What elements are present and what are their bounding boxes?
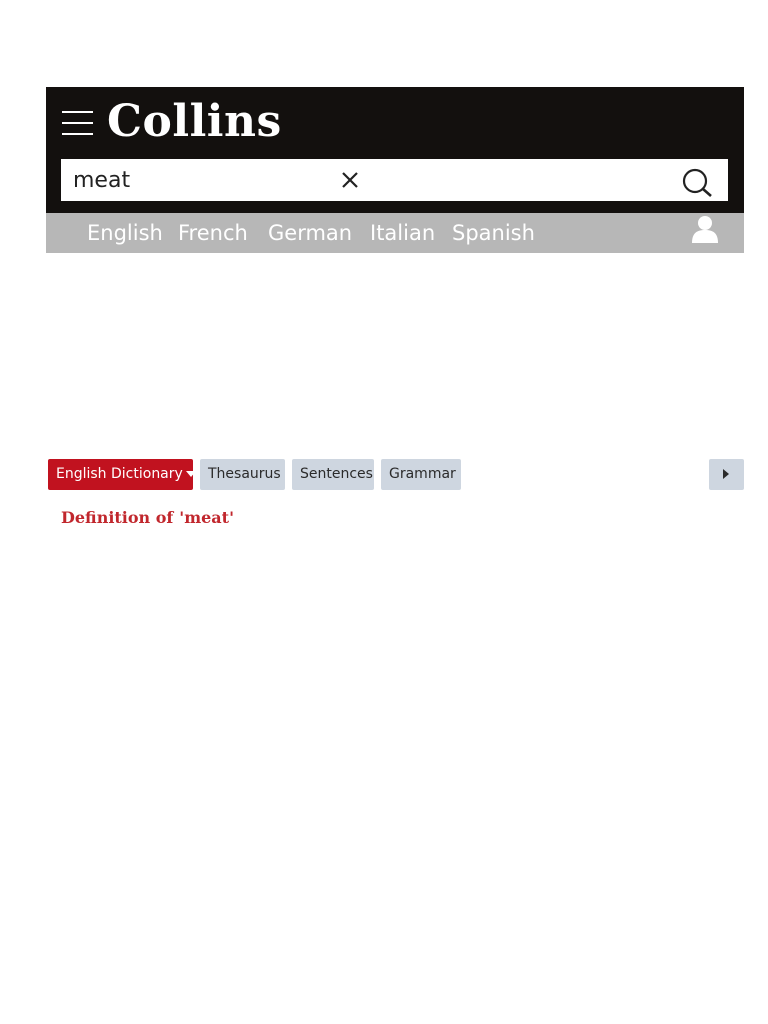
tab-grammar[interactable]: Grammar xyxy=(381,459,461,490)
language-bar: English French German Italian Spanish xyxy=(46,213,744,253)
search-input[interactable] xyxy=(61,159,331,201)
close-icon[interactable] xyxy=(340,170,360,190)
site-header: Collins xyxy=(46,87,744,213)
menu-icon[interactable] xyxy=(62,111,93,135)
definition-prefix: Definition of xyxy=(61,508,174,527)
tabs-scroll-right-button[interactable] xyxy=(709,459,744,490)
tab-english-dictionary[interactable]: English Dictionary xyxy=(48,459,196,490)
search-icon[interactable] xyxy=(681,168,713,198)
tab-english-dictionary-label: English Dictionary xyxy=(56,466,183,482)
lang-spanish[interactable]: Spanish xyxy=(452,213,535,253)
tab-thesaurus[interactable]: Thesaurus xyxy=(200,459,285,490)
user-icon[interactable] xyxy=(691,215,719,243)
lang-german[interactable]: German xyxy=(268,213,352,253)
search-box xyxy=(61,159,728,201)
definition-term: 'meat' xyxy=(179,508,234,527)
caret-down-icon xyxy=(185,471,196,477)
lang-italian[interactable]: Italian xyxy=(370,213,435,253)
chevron-right-icon xyxy=(723,469,729,479)
definition-heading: Definition of 'meat' xyxy=(61,504,234,532)
lang-english[interactable]: English xyxy=(87,213,163,253)
tab-sentences[interactable]: Sentences xyxy=(292,459,374,490)
collins-logo[interactable]: Collins xyxy=(107,93,282,151)
dictionary-tabs: English Dictionary Thesaurus Sentences G… xyxy=(48,459,744,491)
lang-french[interactable]: French xyxy=(178,213,248,253)
